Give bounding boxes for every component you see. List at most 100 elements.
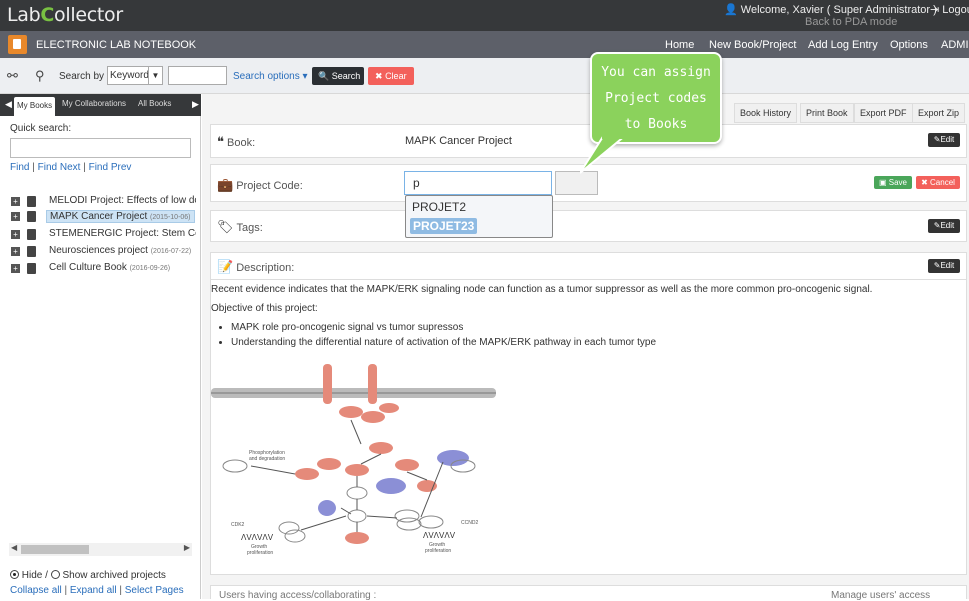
project-code-autocomplete: PROJET2 PROJET23	[405, 195, 553, 238]
svg-text:CDK2: CDK2	[231, 522, 245, 528]
book-icon	[27, 211, 36, 222]
expand-icon[interactable]: +	[11, 197, 20, 206]
book-icon	[27, 196, 36, 207]
autocomplete-option-selected[interactable]: PROJET23	[410, 218, 478, 234]
tree-icon[interactable]: ⚯	[7, 68, 18, 84]
sidebar-tabs: ◀ My Books My Collaborations All Books ▶	[0, 94, 201, 116]
welcome-text: 👤 Welcome, Xavier ( Super Administrator …	[724, 4, 937, 16]
callout-tail	[580, 135, 628, 174]
cancel-button[interactable]: ✖ Cancel	[916, 176, 960, 189]
edit-book-button[interactable]: ✎Edit	[928, 133, 960, 147]
tag-icon: 🏷	[217, 219, 234, 234]
expand-icon[interactable]: +	[11, 230, 20, 239]
labcollector-logo[interactable]: LabCollector	[7, 4, 123, 26]
project-code-input[interactable]: p	[404, 171, 552, 195]
search-input[interactable]	[168, 66, 227, 85]
find-links: Find | Find Next | Find Prev	[10, 162, 132, 173]
search-button[interactable]: 🔍 Search	[312, 67, 364, 85]
tab-all-books[interactable]: All Books	[138, 99, 171, 108]
tab-my-collaborations[interactable]: My Collaborations	[62, 99, 126, 108]
tab-prev-icon[interactable]: ◀	[5, 99, 12, 110]
find-next-link[interactable]: Find Next	[38, 162, 81, 173]
autocomplete-option[interactable]: PROJET2	[412, 200, 466, 214]
book-icon	[27, 263, 36, 274]
hide-radio[interactable]	[10, 570, 19, 579]
archive-toggle: Hide / Show archived projects	[10, 570, 166, 581]
description-intro: Recent evidence indicates that the MAPK/…	[211, 284, 873, 295]
expand-icon[interactable]: +	[11, 212, 20, 221]
scroll-left-icon[interactable]: ◀	[11, 543, 17, 552]
save-icon: ▣	[878, 178, 889, 187]
tree-item[interactable]: + Neurosciences project (2016-07-22)	[11, 244, 196, 259]
expand-icon[interactable]: +	[11, 264, 20, 273]
scroll-right-icon[interactable]: ▶	[184, 543, 190, 552]
user-icon: 👤	[724, 4, 741, 16]
objective-list: MAPK role pro-oncogenic signal vs tumor …	[231, 322, 951, 348]
book-history-button[interactable]: Book History	[734, 103, 798, 123]
export-zip-button[interactable]: Export Zip	[912, 103, 966, 123]
show-archived-radio[interactable]	[50, 570, 60, 579]
nav-add-log[interactable]: Add Log Entry	[808, 39, 878, 51]
divider	[211, 279, 966, 280]
expand-icon[interactable]: +	[11, 247, 20, 256]
tags-label: 🏷 Tags:	[217, 219, 263, 234]
tab-my-books[interactable]: My Books	[14, 97, 56, 116]
logout-icon: ⇥	[930, 4, 943, 16]
svg-text:proliferation: proliferation	[425, 548, 451, 554]
close-icon: ✖	[921, 178, 931, 187]
svg-text:proliferation: proliferation	[247, 550, 273, 556]
nav-options[interactable]: Options	[890, 39, 928, 51]
search-bar: ⚯ ⚲ Search by Keyword ▼ Search options ▾	[0, 58, 969, 94]
nav-new-book[interactable]: New Book/Project	[709, 39, 796, 51]
tree-item[interactable]: + STEMENERGIC Project: Stem Cell	[11, 227, 196, 242]
tab-next-icon[interactable]: ▶	[192, 99, 199, 110]
clear-button[interactable]: ✖ Clear	[368, 67, 414, 85]
book-icon	[27, 229, 36, 240]
search-field-select[interactable]: Keyword ▼	[107, 66, 163, 85]
search-by-label: Search by	[59, 71, 105, 82]
tree-item-selected[interactable]: + MAPK Cancer Project (2015-10-06)	[11, 209, 196, 224]
edit-tags-button[interactable]: ✎Edit	[928, 219, 960, 233]
collapse-all-link[interactable]: Collapse all	[10, 585, 62, 596]
nav-admin[interactable]: ADMIN	[941, 39, 969, 51]
quick-search-input[interactable]	[10, 138, 191, 158]
quick-search-label: Quick search:	[10, 123, 72, 134]
scrollbar-thumb[interactable]	[21, 545, 89, 554]
svg-text:CCND2: CCND2	[461, 520, 478, 526]
book-label: ❝ Book:	[217, 134, 256, 149]
edit-description-button[interactable]: ✎Edit	[928, 259, 960, 273]
save-button[interactable]: ▣ Save	[874, 176, 912, 189]
svg-text:ΛVΛVΛV: ΛVΛVΛV	[423, 531, 456, 540]
svg-text:ΛVΛVΛV: ΛVΛVΛV	[241, 533, 274, 542]
print-book-button[interactable]: Print Book	[800, 103, 854, 123]
description-label: 📝 Description:	[217, 259, 295, 274]
expand-all-link[interactable]: Expand all	[70, 585, 117, 596]
nav-home[interactable]: Home	[665, 39, 694, 51]
logout-link[interactable]: ⇥ Logout	[930, 3, 969, 16]
chevron-down-icon: ▼	[148, 67, 162, 84]
nav-bar: ELECTRONIC LAB NOTEBOOK Home New Book/Pr…	[0, 31, 969, 58]
quote-icon: ❝	[217, 134, 224, 149]
tree-actions: Collapse all | Expand all | Select Pages	[10, 585, 184, 596]
notebook-icon	[8, 35, 27, 54]
objective-item: MAPK role pro-oncogenic signal vs tumor …	[231, 322, 951, 333]
svg-text:and degradation: and degradation	[249, 456, 285, 462]
manage-users-link[interactable]: Manage users' access	[831, 590, 930, 601]
objective-item: Understanding the differential nature of…	[231, 337, 951, 348]
hierarchy-icon[interactable]: ⚲	[35, 68, 45, 84]
export-pdf-button[interactable]: Export PDF	[854, 103, 913, 123]
pda-mode-link[interactable]: Back to PDA mode	[805, 16, 897, 28]
tree-item[interactable]: + Cell Culture Book (2016-09-26)	[11, 261, 196, 276]
briefcase-icon: 💼	[217, 177, 234, 192]
description-content: Recent evidence indicates that the MAPK/…	[211, 284, 951, 352]
search-options-link[interactable]: Search options ▾	[233, 71, 308, 82]
objective-heading: Objective of this project:	[211, 303, 318, 314]
book-value: MAPK Cancer Project	[405, 135, 512, 147]
horizontal-scrollbar[interactable]: ◀ ▶	[9, 543, 192, 556]
find-link[interactable]: Find	[10, 162, 29, 173]
tree-item[interactable]: + MELODI Project: Effects of low dose	[11, 194, 196, 209]
sidebar: ◀ My Books My Collaborations All Books ▶…	[0, 94, 201, 599]
select-pages-link[interactable]: Select Pages	[125, 585, 184, 596]
users-access-label: Users having access/collaborating :	[219, 590, 377, 601]
find-prev-link[interactable]: Find Prev	[89, 162, 132, 173]
